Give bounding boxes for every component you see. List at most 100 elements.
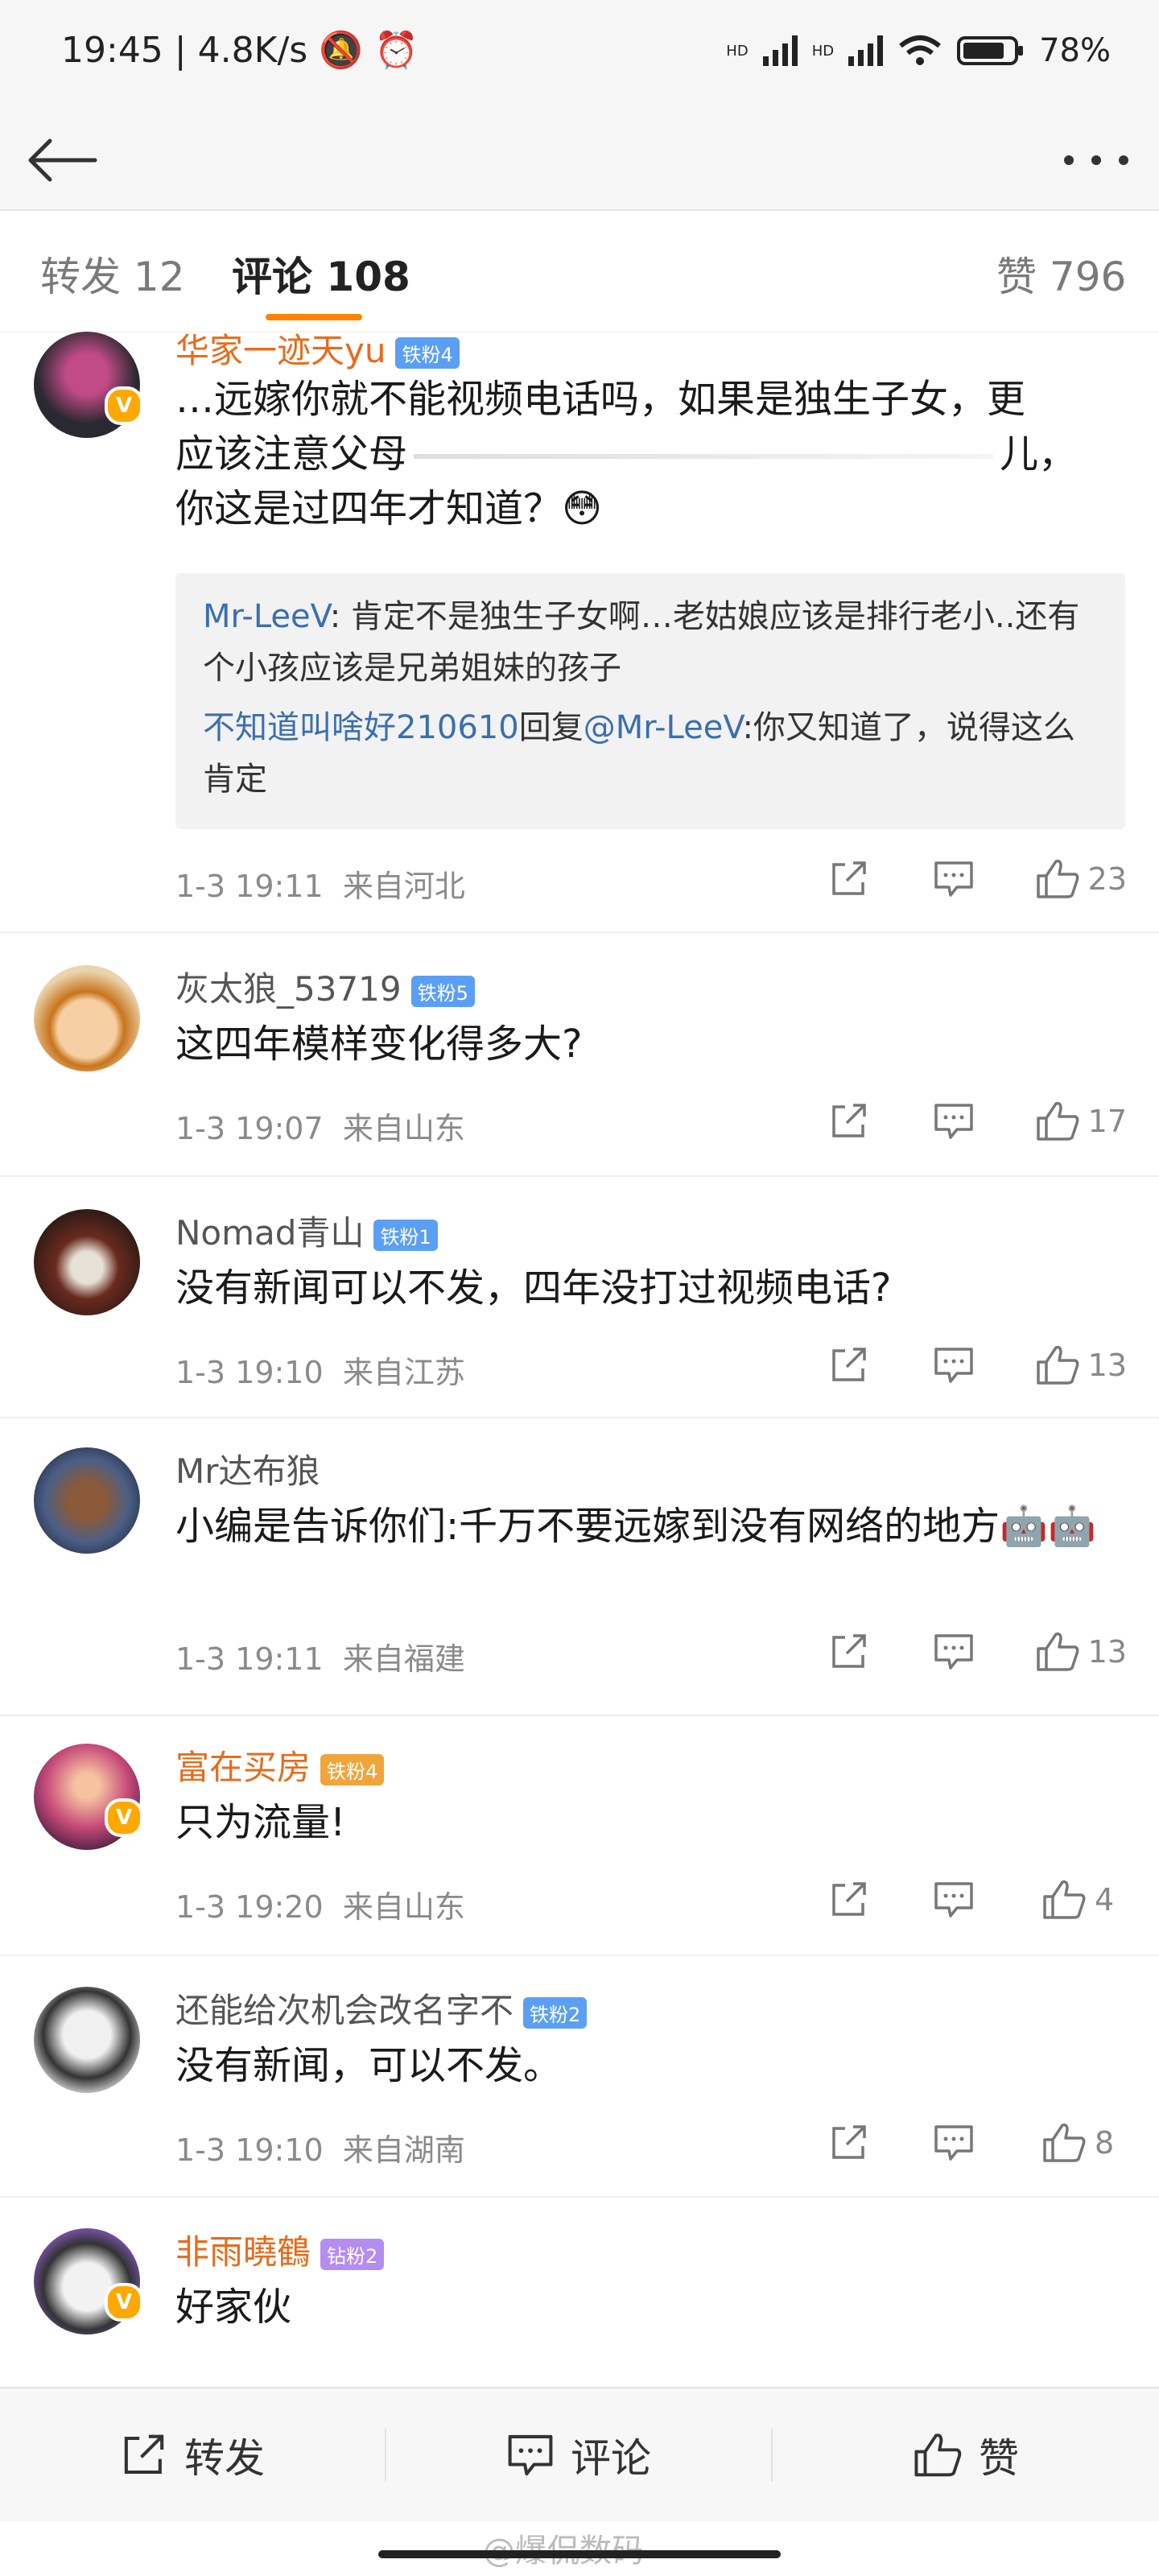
fan-badge: 钻粉2 [320,2239,385,2270]
comment-meta: 1-3 19:11 来自河北 [175,869,465,904]
comment-meta: 1-3 19:20 来自山东 [175,1889,465,1925]
thumbs-up-icon [914,2433,962,2476]
share-icon [124,2434,164,2474]
like-count: 13 [1087,1348,1127,1383]
comment-meta: 1-3 19:11 来自福建 [175,1641,465,1677]
avatar[interactable] [34,965,140,1071]
repost-button[interactable]: 转发 [0,2388,385,2521]
comment-icon[interactable] [901,2119,1006,2167]
comment-button[interactable]: 评论 [386,2388,771,2521]
like-count: 8 [1095,2125,1115,2161]
comment-text: …远嫁你就不能视频电话吗，如果是独生子女，更 应该注意父母 儿， 你这是过四年才知… [175,372,1125,536]
avatar[interactable] [34,1209,140,1315]
repost-label: 转发 [184,2434,265,2482]
wifi-icon [899,35,942,65]
comment-text: 好家伙 [175,2285,292,2330]
comment-item: Mr达布狼 小编是告诉你们:千万不要远嫁到没有网络的地方🤖🤖 1-3 19:11… [0,1417,1159,1716]
status-time: 19:45 | 4.8K/s 🔕 ⏰ [61,30,419,71]
share-icon[interactable] [797,1097,901,1146]
comment-author[interactable]: 华家一迹天yu 铁粉4 [175,324,460,373]
back-arrow-icon[interactable] [26,138,98,183]
comment-actions: 13 [797,1628,1127,1676]
quote-line-1: Mr-LeeV: 肯定不是独生子女啊…老姑娘应该是排行老小..还有个小孩应该是兄… [203,598,1080,687]
thumbs-up-icon [1036,1345,1079,1385]
comment-icon[interactable] [901,855,1006,903]
comment-author[interactable]: 富在买房 铁粉4 [175,1740,385,1790]
share-icon[interactable] [797,2119,901,2167]
comment-text: 没有新闻可以不发，四年没打过视频电话? [175,1265,892,1311]
like-button[interactable]: 8 [1006,2119,1127,2167]
fan-badge: 铁粉2 [523,1997,588,2029]
top-nav-bar [0,109,1159,211]
quote-mention[interactable]: @Mr-LeeV [584,709,743,746]
battery-percent: 78% [1039,32,1111,69]
comment-line: …远嫁你就不能视频电话吗，如果是独生子女，更 [175,377,1026,422]
comment-line: 应该注意父母 儿， [175,431,1078,477]
status-right: HD HD 78% [726,32,1111,69]
tab-bar: 转发 12 评论 108 赞 796 [0,211,1159,332]
comment-item: V 华家一迹天yu 铁粉4 …远嫁你就不能视频电话吗，如果是独生子女，更 应该注意… [0,331,1159,933]
like-button[interactable]: 赞 [773,2388,1159,2521]
comment-item: Nomad青山 铁粉1 没有新闻可以不发，四年没打过视频电话? 1-3 19:10… [0,1175,1159,1418]
like-count: 4 [1095,1882,1115,1918]
comment-author[interactable]: 还能给次机会改名字不 铁粉2 [175,1984,588,2033]
mute-bell-icon: 🔕 [319,30,363,71]
fan-badge: 铁粉5 [410,976,475,1007]
comment-line: 你这是过四年才知道？😳 [175,486,603,531]
comment-icon[interactable] [901,1628,1006,1676]
comment-icon [508,2434,553,2475]
watermark: @爆侃数码 [483,2524,644,2571]
comment-icon[interactable] [901,1876,1006,1924]
tab-comment[interactable]: 评论 108 [232,245,410,303]
tab-repost[interactable]: 转发 12 [40,245,185,303]
verified-icon: V [105,386,143,425]
like-button[interactable]: 13 [1006,1628,1127,1676]
share-icon[interactable] [797,855,901,903]
tab-active-indicator [266,314,362,320]
comment-item: 还能给次机会改名字不 铁粉2 没有新闻，可以不发。 1-3 19:10 来自湖南 … [0,1955,1159,2198]
comment-meta: 1-3 19:07 来自山东 [175,1111,465,1146]
hd-label-1: HD [726,42,749,60]
share-icon[interactable] [797,1628,901,1676]
comment-actions: 13 [797,1341,1127,1389]
share-icon[interactable] [797,1341,901,1389]
tab-like[interactable]: 赞 796 [996,245,1126,303]
thumbs-up-icon [1043,2123,1086,2162]
quote-user[interactable]: 不知道叫啥好210610 [203,709,519,746]
like-count: 17 [1087,1104,1127,1139]
thumbs-up-icon [1043,1880,1086,1919]
like-button[interactable]: 23 [1006,855,1127,903]
comment-actions: 8 [797,2119,1127,2167]
like-button[interactable]: 17 [1006,1097,1127,1146]
reply-quote-box[interactable]: Mr-LeeV: 肯定不是独生子女啊…老姑娘应该是排行老小..还有个小孩应该是兄… [175,573,1125,829]
comment-item: V 非雨曉鶴 钻粉2 好家伙 [0,2196,1159,2387]
quote-user[interactable]: Mr-LeeV [203,598,330,635]
like-button[interactable]: 4 [1006,1876,1127,1924]
verified-icon: V [105,2283,143,2322]
like-count: 13 [1087,1634,1127,1670]
comment-text: 这四年模样变化得多大? [175,1022,583,1067]
thumbs-up-icon [1036,1101,1079,1141]
comment-icon[interactable] [901,1341,1006,1389]
comment-author[interactable]: 灰太狼_53719 铁粉5 [175,962,475,1011]
signal-icon-2 [848,35,884,66]
like-label: 赞 [979,2434,1019,2482]
share-icon[interactable] [797,1876,901,1924]
comment-meta: 1-3 19:10 来自湖南 [175,2132,465,2168]
verified-icon: V [105,1798,143,1837]
avatar[interactable] [34,1987,140,2093]
avatar[interactable] [34,1447,140,1554]
like-button[interactable]: 13 [1006,1341,1127,1389]
quote-line-2: 不知道叫啥好210610回复@Mr-LeeV:你又知道了，说得这么肯定 [203,709,1075,798]
comment-item: V 富在买房 铁粉4 只为流量! 1-3 19:20 来自山东 4 [0,1715,1159,1956]
more-dots-icon[interactable] [1062,154,1130,167]
home-indicator[interactable] [378,2550,781,2558]
fan-badge: 铁粉1 [373,1220,438,1251]
comment-author[interactable]: Nomad青山 铁粉1 [175,1206,438,1255]
redacted-bar [414,454,994,459]
bottom-action-bar: 转发 评论 赞 [0,2387,1159,2521]
comment-author[interactable]: Mr达布狼 [175,1444,320,1493]
comment-author[interactable]: 非雨曉鶴 钻粉2 [175,2225,385,2274]
comment-icon[interactable] [901,1097,1006,1146]
comment-actions: 17 [797,1097,1127,1146]
